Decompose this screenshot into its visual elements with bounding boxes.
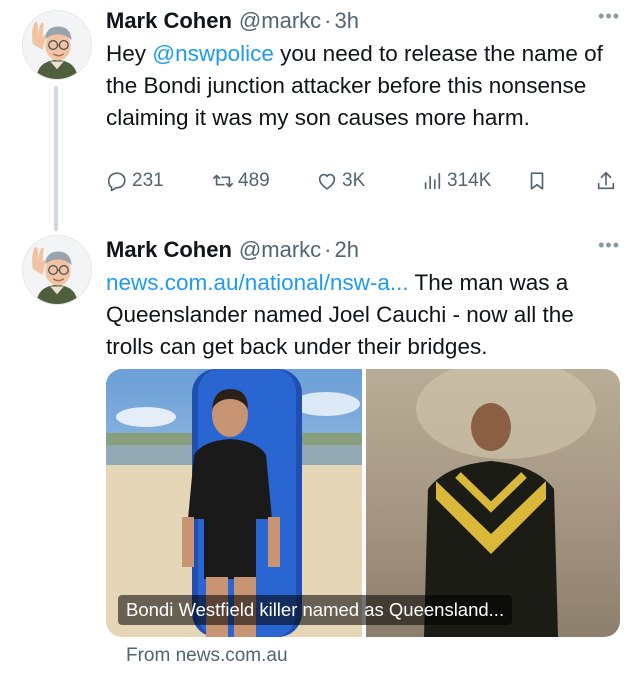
tweet-text: Hey @nswpolice you need to release the n… [106,38,620,134]
more-icon[interactable]: ••• [598,235,620,256]
author-name[interactable]: Mark Cohen [106,235,232,265]
like-button[interactable]: 3K [316,170,365,192]
bookmark-button[interactable] [526,170,552,192]
repost-button[interactable]: 489 [212,170,270,192]
bookmark-icon [530,172,544,190]
author-name[interactable]: Mark Cohen [106,6,232,36]
separator: · [324,8,332,33]
card-caption: Bondi Westfield killer named as Queensla… [118,595,513,625]
separator: · [324,237,332,262]
views-button[interactable]: 314K [421,170,491,192]
action-bar: 231 489 3K 314K [106,170,620,200]
text-before: Hey [106,41,153,66]
tweet[interactable]: Mark Cohen @markc · 3h ••• Hey @nswpolic… [0,0,640,231]
views-count: 314K [447,170,492,191]
author-handle[interactable]: @markc [239,6,321,36]
share-icon [597,171,615,190]
tweet-body: Mark Cohen @markc · 2h ••• news.com.au/n… [106,235,620,363]
views-icon [424,172,441,190]
tweet-body: Mark Cohen @markc · 3h ••• Hey @nswpolic… [106,6,620,134]
timestamp[interactable]: 2h [334,235,358,265]
tweet[interactable]: Mark Cohen @markc · 2h ••• news.com.au/n… [0,225,640,677]
reply-button[interactable]: 231 [106,170,164,192]
repost-icon [213,174,233,188]
thread-line [54,86,58,231]
more-icon[interactable]: ••• [598,6,620,27]
timestamp[interactable]: 3h [334,6,358,36]
card-source[interactable]: From news.com.au [126,645,288,667]
reply-count: 231 [132,170,164,191]
reply-icon [107,172,126,192]
avatar-memoji-icon [22,235,92,305]
mention-link[interactable]: @nswpolice [152,41,274,66]
tweet-header: Mark Cohen @markc · 3h [106,6,620,36]
article-link[interactable]: news.com.au/national/nsw-a... [106,270,409,295]
like-icon [318,173,336,190]
share-button[interactable] [595,170,621,192]
repost-count: 489 [238,170,270,191]
link-card[interactable]: Bondi Westfield killer named as Queensla… [106,369,620,637]
tweet-text: news.com.au/national/nsw-a... The man wa… [106,267,620,363]
author-handle[interactable]: @markc [239,235,321,265]
like-count: 3K [342,170,366,191]
avatar-memoji-icon [22,10,92,80]
avatar[interactable] [22,235,92,305]
avatar[interactable] [22,10,92,80]
tweet-header: Mark Cohen @markc · 2h [106,235,620,265]
